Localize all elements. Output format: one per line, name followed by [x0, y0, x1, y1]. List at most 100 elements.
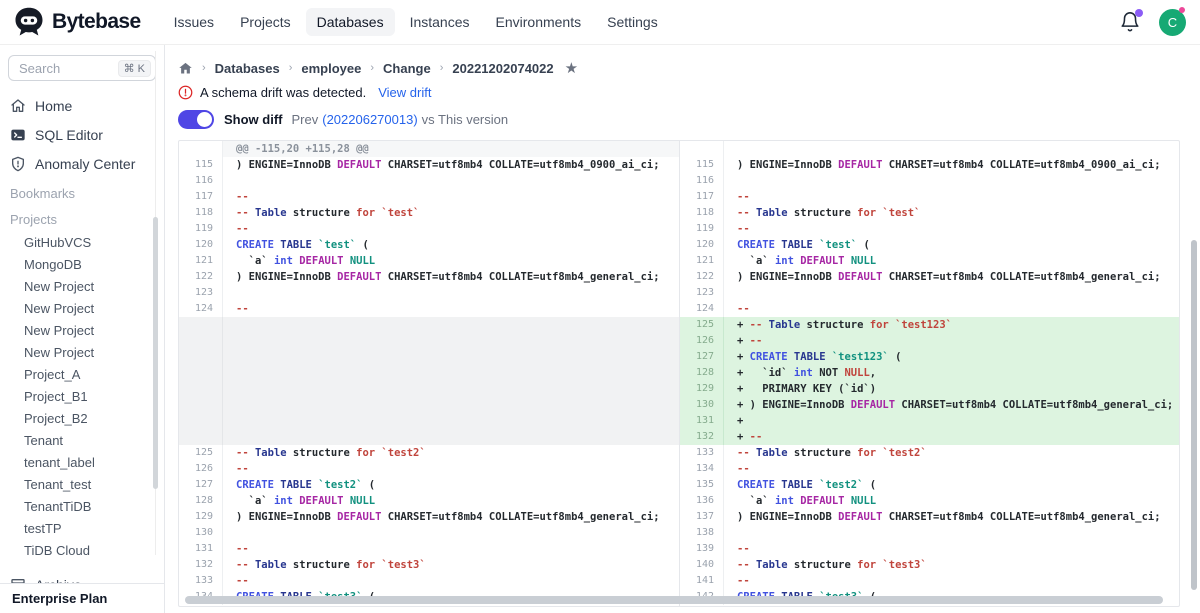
sidebar-item-anomaly-center[interactable]: Anomaly Center	[0, 149, 164, 178]
breadcrumb-item[interactable]: employee	[301, 61, 361, 76]
project-item[interactable]: TenantTiDB	[0, 496, 164, 518]
project-item[interactable]: New Project	[0, 276, 164, 298]
line-number: 127	[680, 349, 724, 365]
view-drift-link[interactable]: View drift	[378, 85, 431, 100]
sidebar-item-home[interactable]: Home	[0, 91, 164, 120]
diff-code-row: 121 `a` int DEFAULT NULL	[179, 253, 679, 269]
line-number	[179, 397, 223, 413]
project-item[interactable]: New Project	[0, 342, 164, 364]
code-line: CREATE TABLE `test2` (	[223, 477, 679, 493]
code-line: --	[724, 301, 1179, 317]
code-line: --	[223, 301, 679, 317]
code-line	[223, 429, 679, 445]
diff-added-row: 127+ CREATE TABLE `test123` (	[680, 349, 1179, 365]
code-line: -- Table structure for `test`	[724, 205, 1179, 221]
diff-code-row: 122) ENGINE=InnoDB DEFAULT CHARSET=utf8m…	[179, 269, 679, 285]
nav-item-settings[interactable]: Settings	[596, 8, 669, 36]
project-item[interactable]: GitHubVCS	[0, 232, 164, 254]
code-line: ) ENGINE=InnoDB DEFAULT CHARSET=utf8mb4 …	[223, 269, 679, 285]
page-vertical-scrollbar-thumb[interactable]	[1191, 240, 1197, 590]
project-item[interactable]: Tenant_test	[0, 474, 164, 496]
project-item[interactable]: tenant_label	[0, 452, 164, 474]
avatar[interactable]: C	[1159, 9, 1186, 36]
code-line: ) ENGINE=InnoDB DEFAULT CHARSET=utf8mb4 …	[724, 157, 1179, 173]
breadcrumb-home-icon[interactable]	[178, 61, 193, 76]
search-box[interactable]: ⌘ K	[8, 55, 156, 81]
code-line: --	[223, 221, 679, 237]
project-item[interactable]: New Project	[0, 298, 164, 320]
project-item[interactable]: New Project	[0, 320, 164, 342]
bookmark-star-icon[interactable]: ★	[565, 61, 578, 76]
code-line: ) ENGINE=InnoDB DEFAULT CHARSET=utf8mb4 …	[724, 269, 1179, 285]
alert-circle-icon	[178, 85, 193, 100]
code-line: --	[223, 541, 679, 557]
nav-item-projects[interactable]: Projects	[229, 8, 302, 36]
project-item[interactable]: testTP	[0, 518, 164, 540]
diff-code-row: 118-- Table structure for `test`	[680, 205, 1179, 221]
project-item[interactable]: MongoDB	[0, 254, 164, 276]
line-number: 137	[680, 509, 724, 525]
top-navbar: Bytebase IssuesProjectsDatabasesInstance…	[0, 0, 1200, 45]
sidebar-section-bookmarks: Bookmarks	[0, 178, 164, 204]
line-number: 136	[680, 493, 724, 509]
code-line: + PRIMARY KEY (`id`)	[724, 381, 1179, 397]
nav-item-instances[interactable]: Instances	[399, 8, 481, 36]
code-line	[223, 285, 679, 301]
diff-code-row: 127CREATE TABLE `test2` (	[179, 477, 679, 493]
diff-filler-row	[179, 333, 679, 349]
code-line: + --	[724, 429, 1179, 445]
line-number	[179, 365, 223, 381]
project-item[interactable]: Project_A	[0, 364, 164, 386]
project-item[interactable]: Project_B1	[0, 386, 164, 408]
breadcrumb-separator: ›	[289, 62, 293, 74]
line-number: 129	[680, 381, 724, 397]
bytebase-logo-icon	[14, 7, 44, 37]
breadcrumb-item[interactable]: Change	[383, 61, 431, 76]
bytebase-logo[interactable]: Bytebase	[14, 7, 141, 37]
diff-code-row: 116	[179, 173, 679, 189]
diff-code-row: 136 `a` int DEFAULT NULL	[680, 493, 1179, 509]
project-item[interactable]: TiDB Cloud	[0, 540, 164, 562]
sidebar-scroll-thumb[interactable]	[153, 217, 158, 489]
diff-code-row: 141--	[680, 573, 1179, 589]
nav-item-environments[interactable]: Environments	[485, 8, 593, 36]
diff-code-row: 133--	[179, 573, 679, 589]
breadcrumb-item[interactable]: Databases	[215, 61, 280, 76]
line-number	[179, 349, 223, 365]
nav-item-issues[interactable]: Issues	[163, 8, 225, 36]
diff-added-row: 130+ ) ENGINE=InnoDB DEFAULT CHARSET=utf…	[680, 397, 1179, 413]
breadcrumb-separator: ›	[440, 62, 444, 74]
nav-item-databases[interactable]: Databases	[306, 8, 395, 36]
search-input[interactable]	[17, 60, 95, 77]
show-diff-toggle[interactable]	[178, 110, 214, 129]
breadcrumb: ›Databases›employee›Change›2022120207402…	[178, 59, 1200, 77]
main-nav: IssuesProjectsDatabasesInstancesEnvironm…	[163, 8, 669, 36]
line-number: 141	[680, 573, 724, 589]
home-icon	[10, 98, 26, 114]
breadcrumb-item[interactable]: 20221202074022	[452, 61, 553, 76]
line-number: 123	[179, 285, 223, 301]
project-item[interactable]: Tenant	[0, 430, 164, 452]
line-number: 124	[680, 301, 724, 317]
code-line: + --	[724, 333, 1179, 349]
diff-added-row: 126+ --	[680, 333, 1179, 349]
code-line: --	[223, 461, 679, 477]
diff-code-row: 130	[179, 525, 679, 541]
line-number: 133	[680, 445, 724, 461]
shield-alert-icon	[10, 156, 26, 172]
diff-code-row: 139--	[680, 541, 1179, 557]
sidebar-item-sql-editor[interactable]: SQL Editor	[0, 120, 164, 149]
code-line	[223, 397, 679, 413]
vs-this-version-label: vs This version	[422, 112, 508, 127]
project-item[interactable]: Project_B2	[0, 408, 164, 430]
code-line	[724, 141, 1179, 157]
code-line: CREATE TABLE `test` (	[223, 237, 679, 253]
code-line: +	[724, 413, 1179, 429]
code-line: -- Table structure for `test2`	[223, 445, 679, 461]
line-number: 126	[179, 461, 223, 477]
prev-version-link[interactable]: (202206270013)	[322, 112, 417, 127]
diff-horizontal-scrollbar-thumb[interactable]	[185, 596, 1163, 604]
code-line: `a` int DEFAULT NULL	[223, 493, 679, 509]
notifications-button[interactable]	[1119, 11, 1141, 33]
avatar-status-dot	[1179, 7, 1185, 13]
